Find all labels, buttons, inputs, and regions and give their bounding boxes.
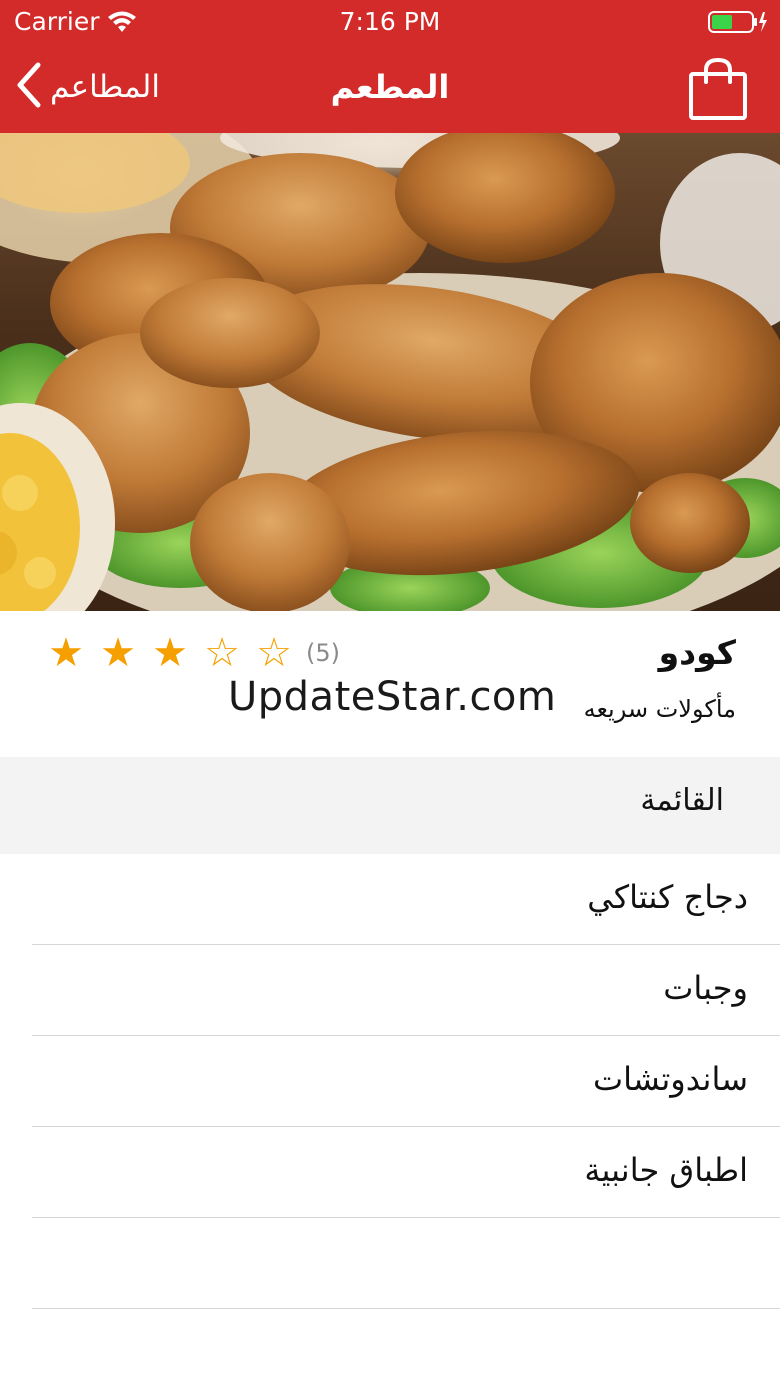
menu-section-header: القائمة bbox=[0, 757, 780, 854]
restaurant-hero-image bbox=[0, 133, 780, 611]
menu-list: دجاج كنتاكي وجبات ساندوتشات اطباق جانبية bbox=[0, 854, 780, 1309]
watermark: UpdateStar.com bbox=[228, 674, 557, 720]
clock: 7:16 PM bbox=[339, 7, 441, 36]
status-bar: Carrier 7:16 PM bbox=[0, 0, 780, 44]
menu-item[interactable]: ساندوتشات bbox=[0, 1036, 780, 1127]
menu-item[interactable]: اطباق جانبية bbox=[0, 1127, 780, 1218]
menu-item[interactable]: دجاج كنتاكي bbox=[0, 854, 780, 945]
navigation-bar: المطاعم المطعم bbox=[0, 44, 780, 133]
menu-item-empty bbox=[0, 1218, 780, 1309]
fried-chicken-photo bbox=[0, 133, 780, 611]
page-title: المطعم bbox=[330, 68, 450, 106]
menu-item-label: ساندوتشات bbox=[592, 1060, 748, 1098]
restaurant-name: كودو bbox=[658, 633, 736, 672]
review-count: (5) bbox=[306, 639, 340, 667]
shopping-bag-icon bbox=[688, 57, 748, 124]
star-filled-icon: ★ bbox=[152, 630, 188, 676]
rating: ★ ★ ★ ☆ ☆ (5) bbox=[40, 633, 340, 673]
menu-item-label: اطباق جانبية bbox=[584, 1151, 748, 1189]
menu-item[interactable]: وجبات bbox=[0, 945, 780, 1036]
restaurant-category: مأكولات سريعه bbox=[583, 695, 736, 723]
restaurant-info: كودو مأكولات سريعه ★ ★ ★ ☆ ☆ (5) UpdateS… bbox=[0, 611, 780, 757]
star-filled-icon: ★ bbox=[48, 630, 84, 676]
battery-icon bbox=[708, 9, 770, 39]
star-empty-icon: ☆ bbox=[204, 630, 240, 676]
menu-header-label: القائمة bbox=[640, 783, 724, 818]
cart-button[interactable] bbox=[688, 56, 748, 120]
menu-item-label: وجبات bbox=[663, 969, 748, 1007]
star-empty-icon: ☆ bbox=[256, 630, 292, 676]
menu-item-label: دجاج كنتاكي bbox=[587, 878, 748, 916]
star-filled-icon: ★ bbox=[100, 630, 136, 676]
app-header: Carrier 7:16 PM المطاعم المطعم bbox=[0, 0, 780, 133]
